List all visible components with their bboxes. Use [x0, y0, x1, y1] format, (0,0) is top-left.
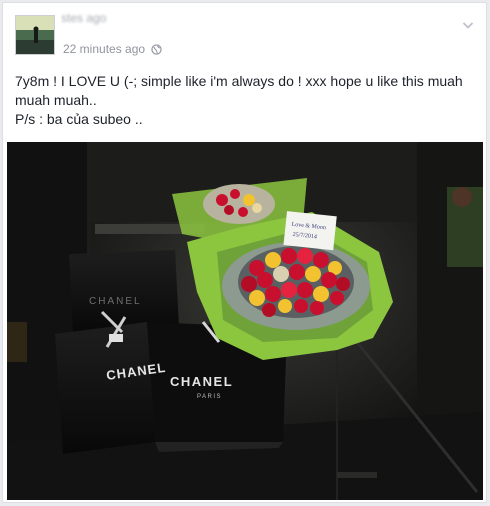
- globe-icon[interactable]: [151, 43, 162, 55]
- post-photo[interactable]: CHANEL CHANEL CHANEL PARIS Love & Moon 2…: [7, 142, 483, 500]
- bag-sub-front: PARIS: [197, 394, 222, 400]
- post-text-line-2: P/s : ba của subeo ..: [15, 111, 143, 127]
- post-meta: 22 minutes ago: [63, 40, 162, 58]
- greeting-card: Love & Moon 25/7/2014: [283, 211, 337, 251]
- post-header-partial: stes ago: [61, 11, 261, 27]
- avatar-image: [16, 16, 54, 54]
- post-timestamp[interactable]: 22 minutes ago: [63, 42, 145, 56]
- bag-brand-front: CHANEL: [170, 374, 233, 389]
- bag-brand-back: CHANEL: [89, 296, 142, 307]
- post-text: 7y8m ! I LOVE U (-; simple like i'm alwa…: [15, 72, 481, 129]
- header-partial-text: stes ago: [61, 11, 107, 25]
- chevron-down-icon[interactable]: [460, 17, 476, 33]
- photo-scene: CHANEL CHANEL CHANEL PARIS Love & Moon 2…: [7, 142, 483, 500]
- post-text-line-1: 7y8m ! I LOVE U (-; simple like i'm alwa…: [15, 73, 463, 108]
- avatar[interactable]: [15, 15, 55, 55]
- post-card: stes ago 22 minutes ago 7y8m ! I LOVE U …: [2, 2, 487, 503]
